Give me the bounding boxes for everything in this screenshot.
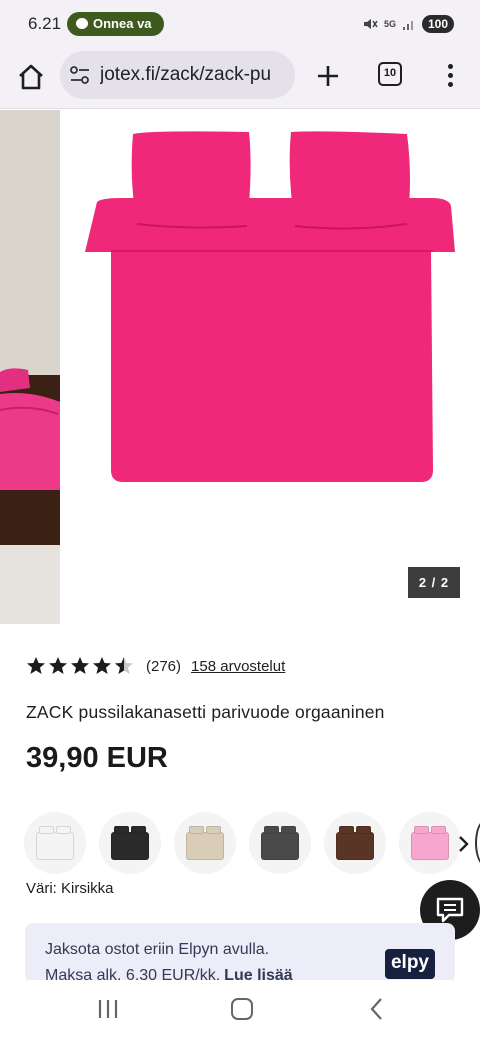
star-rating — [26, 656, 134, 676]
signal-icon — [402, 21, 413, 30]
recent-apps-icon[interactable] — [96, 998, 120, 1020]
network-label: 5G — [383, 18, 396, 29]
colour-swatch-pink[interactable] — [399, 812, 461, 874]
battery-indicator: 100 — [421, 15, 454, 33]
notification-pill[interactable]: Onnea va — [67, 12, 164, 36]
chevron-right-icon[interactable] — [456, 832, 472, 856]
reviews-link[interactable]: 158 arvostelut — [191, 658, 285, 675]
android-nav-bar — [0, 980, 480, 1040]
star-icon — [93, 657, 111, 674]
pillow-right — [289, 131, 410, 230]
notification-text: Onnea va — [93, 16, 152, 31]
product-gallery[interactable] — [0, 110, 480, 624]
nav-home-icon[interactable] — [231, 998, 253, 1020]
colour-swatch-brown[interactable] — [324, 812, 386, 874]
star-icon — [71, 657, 89, 674]
product-title: ZACK pussilakanasetti parivuode orgaanin… — [26, 702, 385, 722]
colour-swatch-white[interactable] — [24, 812, 86, 874]
star-icon — [49, 657, 67, 674]
colour-swatch-grey[interactable] — [249, 812, 311, 874]
slide-counter: 2 / 2 — [408, 567, 460, 598]
colour-swatch-black[interactable] — [99, 812, 161, 874]
colour-swatches — [24, 812, 480, 876]
toolbar-divider — [0, 108, 480, 109]
system-icons: 5G 100 — [362, 14, 454, 34]
colour-swatch-beige[interactable] — [174, 812, 236, 874]
more-menu-icon[interactable] — [440, 62, 460, 90]
rating-count: (276) — [146, 657, 182, 675]
browser-toolbar: jotex.fi/zack/zack-pu 10 — [0, 48, 480, 108]
rating-row: (276) 158 arvostelut — [26, 655, 285, 677]
duvet — [111, 250, 433, 482]
colour-label: Väri: Kirsikka — [26, 880, 114, 897]
status-time: 6.21 — [28, 14, 62, 33]
new-tab-icon[interactable] — [314, 62, 342, 90]
site-settings-icon[interactable] — [70, 66, 90, 84]
star-icon — [27, 657, 45, 674]
status-bar: 6.21 Onnea va 5G 100 — [0, 0, 480, 48]
main-product-image — [61, 110, 480, 624]
product-price: 39,90 EUR — [26, 742, 168, 774]
elpy-logo: elpy — [385, 949, 435, 979]
chat-icon — [436, 897, 464, 923]
tab-switcher-button[interactable]: 10 — [378, 62, 402, 86]
message-icon — [76, 18, 88, 29]
address-bar[interactable]: jotex.fi/zack/zack-pu — [60, 51, 295, 99]
previous-slide-image[interactable] — [0, 110, 60, 624]
back-icon[interactable] — [368, 996, 384, 1022]
home-icon[interactable] — [16, 62, 46, 92]
mute-icon — [363, 19, 378, 29]
url-text: jotex.fi/zack/zack-pu — [100, 64, 272, 85]
half-star-icon — [115, 657, 133, 674]
elpy-installment-banner: Jaksota ostot eriin Elpyn avulla. Maksa … — [25, 923, 455, 983]
pillow-left — [131, 131, 251, 230]
elpy-text-line1: Jaksota ostot eriin Elpyn avulla. — [45, 941, 270, 958]
